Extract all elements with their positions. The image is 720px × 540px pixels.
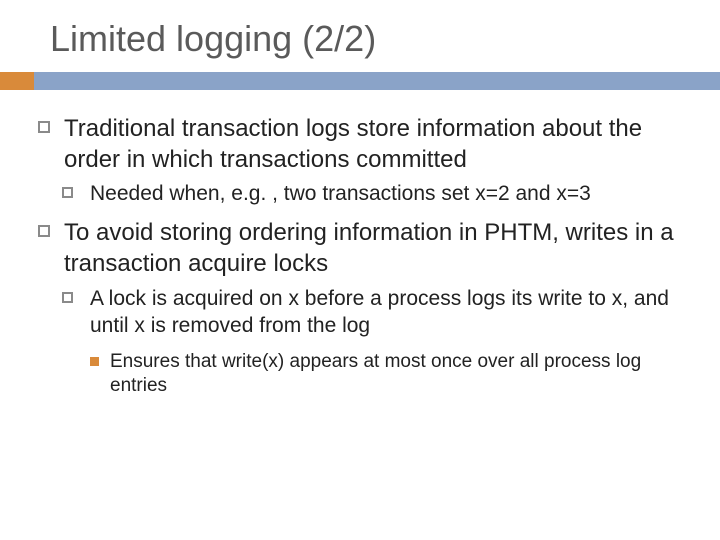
bullet-text: To avoid storing ordering information in… bbox=[64, 219, 674, 277]
bullet-level3: Ensures that write(x) appears at most on… bbox=[88, 350, 684, 399]
content-area: Traditional transaction logs store infor… bbox=[0, 90, 720, 398]
bullet-text: A lock is acquired on x before a process… bbox=[90, 287, 669, 337]
bullet-level1: Traditional transaction logs store infor… bbox=[36, 114, 684, 175]
bullet-level1: To avoid storing ordering information in… bbox=[36, 218, 684, 279]
page-title: Limited logging (2/2) bbox=[0, 0, 720, 72]
title-bar bbox=[0, 72, 720, 90]
slide: Limited logging (2/2) Traditional transa… bbox=[0, 0, 720, 540]
bullet-text: Ensures that write(x) appears at most on… bbox=[110, 351, 641, 396]
accent-block bbox=[0, 72, 34, 90]
bullet-text: Traditional transaction logs store infor… bbox=[64, 115, 642, 173]
bullet-level2: Needed when, e.g. , two transactions set… bbox=[62, 181, 684, 208]
bullet-text: Needed when, e.g. , two transactions set… bbox=[90, 182, 591, 205]
bullet-level2: A lock is acquired on x before a process… bbox=[62, 286, 684, 340]
